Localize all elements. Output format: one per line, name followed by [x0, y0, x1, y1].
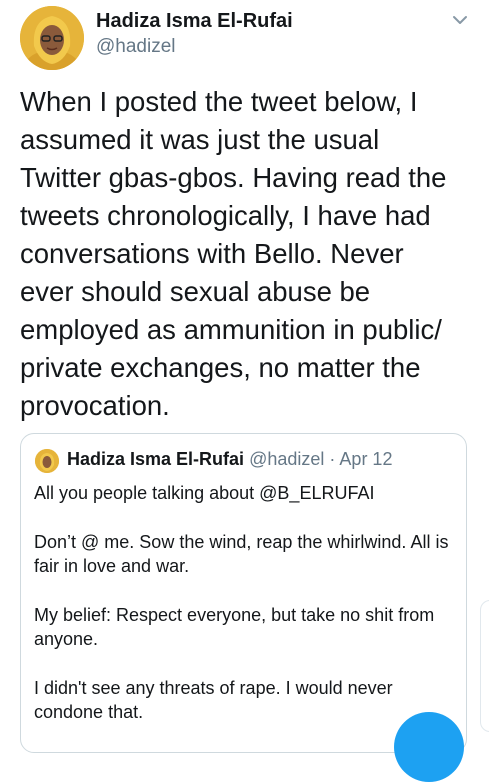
- author-avatar[interactable]: [20, 6, 84, 70]
- chevron-down-icon[interactable]: [448, 8, 472, 32]
- quoted-paragraph: I didn't see any threats of rape. I woul…: [34, 677, 393, 723]
- quoted-tweet-date: Apr 12: [339, 449, 393, 469]
- author-display-name[interactable]: Hadiza Isma El-Rufai: [96, 10, 293, 33]
- side-panel-edge: [480, 600, 489, 732]
- quoted-paragraph: Don’t @ me. Sow the wind, reap the whirl…: [34, 531, 449, 577]
- quoted-author-avatar: [35, 449, 59, 473]
- author-handle[interactable]: @hadizel: [96, 36, 176, 58]
- quoted-paragraph: My belief: Respect everyone, but take no…: [34, 604, 435, 650]
- quoted-author-name: Hadiza Isma El-Rufai: [67, 449, 245, 469]
- compose-button[interactable]: [394, 712, 464, 782]
- quoted-tweet-text: All you people talking about @B_ELRUFAI …: [34, 481, 454, 749]
- quoted-tweet-card[interactable]: Hadiza Isma El-Rufai @hadizel · Apr 12 A…: [20, 433, 467, 753]
- dot-separator: ·: [329, 449, 336, 469]
- quoted-author-handle: @hadizel: [249, 449, 325, 469]
- quoted-tweet-header: Hadiza Isma El-Rufai @hadizel · Apr 12: [67, 449, 392, 470]
- quoted-paragraph: All you people talking about @B_ELRUFAI: [34, 483, 375, 503]
- tweet-header: Hadiza Isma El-Rufai @hadizel: [0, 0, 489, 78]
- tweet-text: When I posted the tweet below, I assumed…: [20, 86, 447, 421]
